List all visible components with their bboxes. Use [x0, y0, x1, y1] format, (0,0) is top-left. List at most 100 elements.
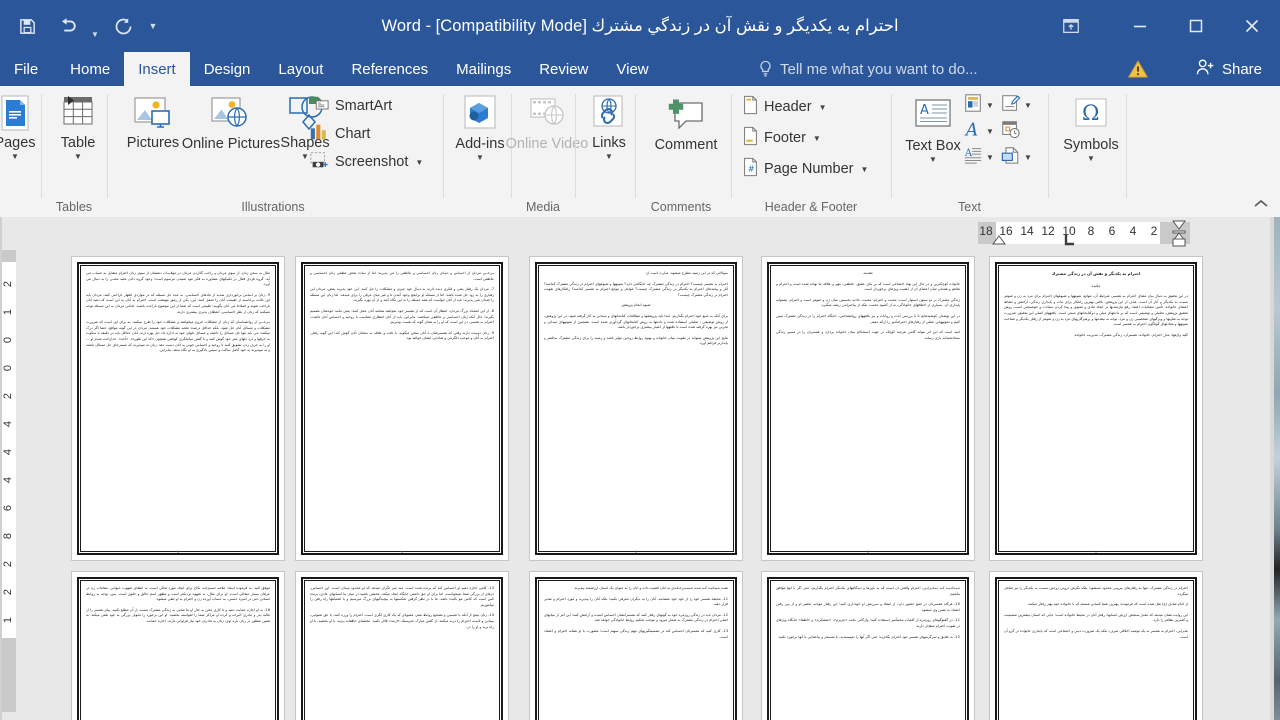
symbols-button[interactable]: Ω Symbols ▼ [1057, 92, 1125, 163]
paragraph: نتايج اين پژوهش ميتواند در تقويت بنيان خ… [544, 335, 728, 346]
symbols-dropdown-icon[interactable]: ▼ [1087, 154, 1095, 163]
addins-button[interactable]: Add-ins ▼ [449, 90, 511, 162]
table-button[interactable]: Table ▼ [48, 90, 108, 161]
online-video-button[interactable]: Online Video [506, 90, 588, 153]
document-page[interactable]: احترام به يکديگر و نقش آن در زندگي مشترك… [990, 257, 1202, 560]
header-label: Header [764, 99, 812, 115]
share-button[interactable]: Share [1181, 52, 1280, 86]
minimize-icon[interactable] [1112, 0, 1168, 52]
paragraph: از امام صادق (ع) نقل شده است که فرمودند:… [1027, 602, 1188, 607]
document-canvas[interactable]: مثال به سخن زنان، از سوي مردان و راحت گذ… [16, 250, 1264, 720]
horizontal-ruler[interactable]: 18 16 14 12 10 8 6 4 2 [978, 220, 1190, 247]
vertical-ruler[interactable]: 2 1 0 0 2 4 4 4 6 8 2 2 1 [0, 250, 16, 712]
document-page[interactable]: همـه مـيدانيـد کـه مـنـد مـسـيـرخـلـدي ب… [530, 572, 742, 720]
tab-mailings[interactable]: Mailings [442, 52, 525, 86]
text-box-dropdown-icon[interactable]: ▼ [929, 155, 937, 164]
chart-button[interactable]: Chart [306, 120, 374, 148]
wordart-dropdown-icon[interactable]: ▼ [986, 127, 994, 136]
document-page[interactable]: 13- کامي اجازه دهيد او احساس کند که پرند… [296, 572, 508, 720]
right-indent-marker[interactable] [1172, 219, 1186, 249]
document-page[interactable]: بـرخــي مردان از احساس و دنيـاي زنان احس… [296, 257, 508, 560]
ruler-num-12: 12 [1041, 224, 1055, 238]
ribbon-group-illustrations: Pictures Online Pictures Shapes ▼ SmartA… [108, 86, 438, 217]
maximize-icon[interactable] [1168, 0, 1224, 52]
ribbon-display-options-icon[interactable] [1046, 0, 1096, 52]
page-text: احترام به يکديگر و نقش آن در زندگي مشترك… [1004, 271, 1188, 542]
document-page[interactable]: سوالاتي که در اين زمينه مطرح ميشود، عبار… [530, 257, 742, 560]
drop-cap-button[interactable]: A ▼ [962, 144, 995, 171]
header-dropdown-icon[interactable]: ▼ [819, 103, 827, 112]
pages-dropdown-icon[interactable]: ▼ [11, 152, 19, 161]
document-page[interactable]: مثال به سخن زنان، از سوي مردان و راحت گذ… [72, 257, 284, 560]
chevron-up-icon[interactable] [1250, 193, 1272, 213]
paragraph: سوالاتي که در اين زمينه مطرح ميشود، عبار… [645, 271, 728, 275]
document-page[interactable]: موفق کنيد. به فرموده استاد علامه حسنزاده… [72, 572, 284, 720]
document-page[interactable]: احترام در زندگي مشترک، تنها به رفتارهاي … [990, 572, 1202, 720]
addins-dropdown-icon[interactable]: ▼ [476, 153, 484, 162]
tab-view[interactable]: View [602, 52, 662, 86]
tab-insert[interactable]: Insert [124, 52, 190, 86]
table-dropdown-icon[interactable]: ▼ [74, 152, 82, 161]
drop-cap-dropdown-icon[interactable]: ▼ [986, 153, 994, 162]
paragraph: براي آنکه به منبع خود احترام بگذاريم، اب… [544, 313, 728, 330]
quick-access-toolbar: ▼ ▼ [0, 0, 162, 52]
tab-design[interactable]: Design [190, 52, 265, 86]
svg-text:A: A [964, 120, 978, 139]
undo-icon[interactable] [48, 7, 86, 45]
horizontal-ruler-band: 18 16 14 12 10 8 6 4 2 [0, 217, 1280, 250]
screenshot-dropdown-icon[interactable]: ▼ [415, 158, 423, 167]
comment-button[interactable]: Comment [642, 92, 730, 154]
page-number-label: 3 [635, 550, 637, 554]
online-pictures-button[interactable]: Online Pictures [182, 90, 280, 153]
tab-home[interactable]: Home [56, 52, 124, 86]
first-line-indent-marker[interactable] [992, 235, 1006, 247]
warning-triangle-icon[interactable] [1120, 52, 1156, 86]
footer-button[interactable]: Footer ▼ [740, 124, 825, 152]
left-tab-stop-marker[interactable] [1064, 234, 1076, 246]
pages-label: Pages [0, 135, 36, 151]
quick-parts-dropdown-icon[interactable]: ▼ [986, 101, 994, 110]
document-page[interactable]: مقدمه خانواده کوچکترين و در حال اين نهاد… [762, 257, 974, 560]
vruler-num-3: 0 [2, 364, 14, 372]
wordart-button[interactable]: A ▼ [962, 118, 995, 145]
page-number-label: Page Number [764, 161, 854, 177]
redo-icon[interactable] [104, 7, 142, 45]
text-box-button[interactable]: A Text Box ▼ [900, 92, 966, 164]
object-icon [1000, 145, 1021, 170]
ruler-num-14: 14 [1020, 224, 1034, 238]
paragraph: مقدمه [863, 271, 873, 275]
footer-dropdown-icon[interactable]: ▼ [813, 134, 821, 143]
links-button[interactable]: Links ▼ [580, 90, 638, 161]
tab-file[interactable]: File [0, 52, 56, 86]
screenshot-button[interactable]: Screenshot ▼ [306, 148, 427, 176]
document-page[interactable]: مـيـدانـيـد کـه بـنـابـرايـن، احترام واق… [762, 572, 974, 720]
paragraph: در اين نوشتار، کوشيدهايم تا با بررسي آيا… [776, 313, 960, 324]
vruler-num-9: 8 [2, 532, 14, 540]
vruler-num-11: 2 [2, 588, 14, 596]
tab-layout[interactable]: Layout [264, 52, 337, 86]
save-icon[interactable] [8, 7, 46, 45]
customize-qat-icon[interactable]: ▼ [144, 7, 162, 45]
tab-review[interactable]: Review [525, 52, 602, 86]
tab-references[interactable]: References [337, 52, 442, 86]
page-number-dropdown-icon[interactable]: ▼ [860, 165, 868, 174]
close-icon[interactable] [1224, 0, 1280, 52]
quick-parts-button[interactable]: ▼ [962, 92, 995, 119]
object-dropdown-icon[interactable]: ▼ [1024, 153, 1032, 162]
tell-me-search[interactable]: Tell me what you want to do... [758, 52, 978, 86]
smartart-button[interactable]: SmartArt [306, 92, 396, 120]
object-button[interactable]: ▼ [999, 144, 1033, 171]
footer-icon [742, 126, 759, 151]
date-time-button[interactable] [999, 118, 1022, 145]
header-button[interactable]: Header ▼ [740, 93, 830, 121]
page-number-button[interactable]: # Page Number ▼ [740, 155, 872, 183]
links-dropdown-icon[interactable]: ▼ [605, 152, 613, 161]
signature-line-dropdown-icon[interactable]: ▼ [1024, 101, 1032, 110]
page-text: موفق کنيد. به فرموده استاد علامه حسنزاده… [86, 586, 270, 720]
signature-line-button[interactable]: ▼ [999, 92, 1033, 119]
group-label-media: Media [525, 200, 561, 214]
ribbon-group-addins: Add-ins ▼ [444, 86, 510, 217]
undo-dropdown-icon[interactable]: ▼ [88, 1, 102, 51]
links-icon [589, 93, 629, 135]
online-video-icon [525, 93, 569, 135]
